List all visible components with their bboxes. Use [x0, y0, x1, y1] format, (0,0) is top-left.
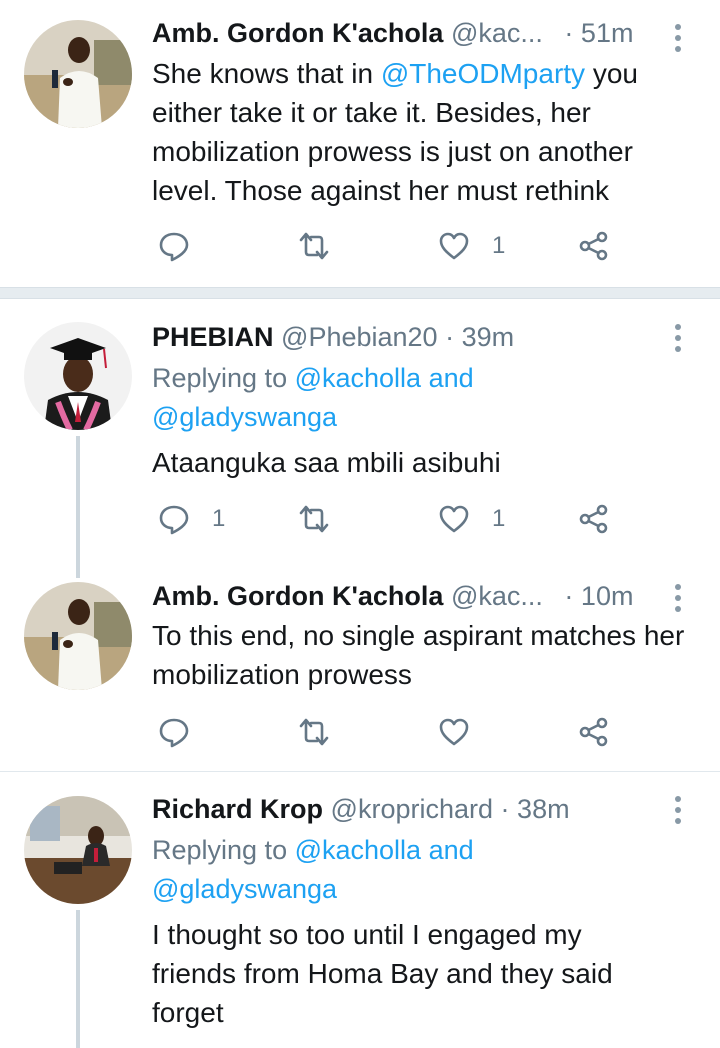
- reply-button[interactable]: 1: [158, 499, 225, 539]
- more-icon[interactable]: [675, 584, 683, 617]
- replying-to-label: Replying to: [152, 835, 295, 865]
- avatar[interactable]: [24, 796, 132, 904]
- retweet-button[interactable]: [298, 712, 352, 752]
- more-icon[interactable]: [675, 24, 683, 57]
- avatar[interactable]: [24, 322, 132, 430]
- author-handle[interactable]: @kac...: [451, 581, 543, 611]
- reply-count: 1: [212, 505, 226, 532]
- tweet-text-part: She knows that in: [152, 58, 381, 89]
- separator-dot: ·: [564, 18, 574, 48]
- separator-dot: ·: [500, 794, 510, 824]
- tweet-text: To this end, no single aspirant matches …: [152, 620, 685, 690]
- replying-to-link[interactable]: @kacholla and: [295, 835, 474, 865]
- author-handle[interactable]: @kac...: [451, 18, 543, 48]
- reply-button[interactable]: [158, 712, 212, 752]
- replying-to-link[interactable]: @gladyswanga: [152, 402, 337, 432]
- author-name[interactable]: Amb. Gordon K'achola: [152, 18, 443, 48]
- like-icon: [439, 505, 469, 533]
- retweet-button[interactable]: [298, 226, 352, 266]
- replying-to-label: Replying to: [152, 363, 295, 393]
- author-name[interactable]: Richard Krop: [152, 794, 323, 824]
- tweet-text: I thought so too until I engaged my frie…: [152, 919, 613, 1028]
- tweet-header: PHEBIAN @Phebian20 · 39m: [152, 320, 660, 354]
- author-name[interactable]: PHEBIAN: [152, 322, 274, 352]
- share-button[interactable]: [578, 712, 610, 752]
- like-button[interactable]: 1: [438, 226, 505, 266]
- author-handle[interactable]: @kroprichard: [331, 794, 493, 824]
- tweet-actions: 1 1: [152, 499, 632, 539]
- tweet-2[interactable]: PHEBIAN @Phebian20 · 39m Replying to @ka…: [0, 300, 720, 570]
- like-button[interactable]: 1: [438, 499, 505, 539]
- tweet-4[interactable]: Richard Krop @kroprichard · 38m Replying…: [0, 772, 720, 1048]
- retweet-button[interactable]: [298, 499, 352, 539]
- replying-to-link[interactable]: @kacholla and: [295, 363, 474, 393]
- tweet-time[interactable]: 38m: [517, 794, 570, 824]
- retweet-icon: [299, 718, 329, 746]
- tweet-header: Amb. Gordon K'achola @kac... · 51m: [152, 16, 660, 50]
- like-count: 1: [492, 505, 506, 532]
- reply-icon: [159, 232, 189, 262]
- avatar[interactable]: [24, 582, 132, 690]
- tweet-text: She knows that in @TheODMparty you eithe…: [152, 54, 692, 210]
- tweet-time[interactable]: 10m: [581, 581, 634, 611]
- tweet-header: Richard Krop @kroprichard · 38m: [152, 792, 660, 826]
- separator-dot: ·: [445, 322, 455, 352]
- replying-to: Replying to @kacholla and @gladyswanga: [152, 359, 632, 437]
- conversation-divider: [0, 287, 720, 299]
- reply-button[interactable]: [158, 226, 212, 266]
- share-button[interactable]: [578, 226, 610, 266]
- retweet-icon: [299, 232, 329, 260]
- like-button[interactable]: [438, 712, 492, 752]
- tweet-time[interactable]: 39m: [462, 322, 515, 352]
- reply-icon: [159, 505, 189, 535]
- share-icon: [579, 231, 608, 261]
- tweet-actions: [152, 712, 632, 752]
- retweet-icon: [299, 505, 329, 533]
- author-handle[interactable]: @Phebian20: [281, 322, 438, 352]
- mention-link[interactable]: @TheODMparty: [381, 58, 585, 89]
- separator-dot: ·: [564, 581, 574, 611]
- tweet-text: Ataanguka saa mbili asibuhi: [152, 447, 501, 478]
- replying-to: Replying to @kacholla and @gladyswanga: [152, 831, 632, 909]
- like-icon: [439, 718, 469, 746]
- share-icon: [579, 504, 608, 534]
- tweet-time[interactable]: 51m: [581, 18, 634, 48]
- author-name[interactable]: Amb. Gordon K'achola: [152, 581, 443, 611]
- more-icon[interactable]: [675, 324, 683, 357]
- more-icon[interactable]: [675, 796, 683, 829]
- replying-to-link[interactable]: @gladyswanga: [152, 874, 337, 904]
- tweet-3[interactable]: Amb. Gordon K'achola @kac... · 10m To th…: [0, 572, 720, 770]
- share-icon: [579, 717, 608, 747]
- tweet-1[interactable]: Amb. Gordon K'achola @kac... · 51m She k…: [0, 0, 720, 285]
- like-count: 1: [492, 232, 506, 259]
- share-button[interactable]: [578, 499, 610, 539]
- reply-icon: [159, 718, 189, 748]
- tweet-header: Amb. Gordon K'achola @kac... · 10m: [152, 579, 660, 613]
- avatar[interactable]: [24, 20, 132, 128]
- tweet-actions: 1: [152, 226, 632, 266]
- like-icon: [439, 232, 469, 260]
